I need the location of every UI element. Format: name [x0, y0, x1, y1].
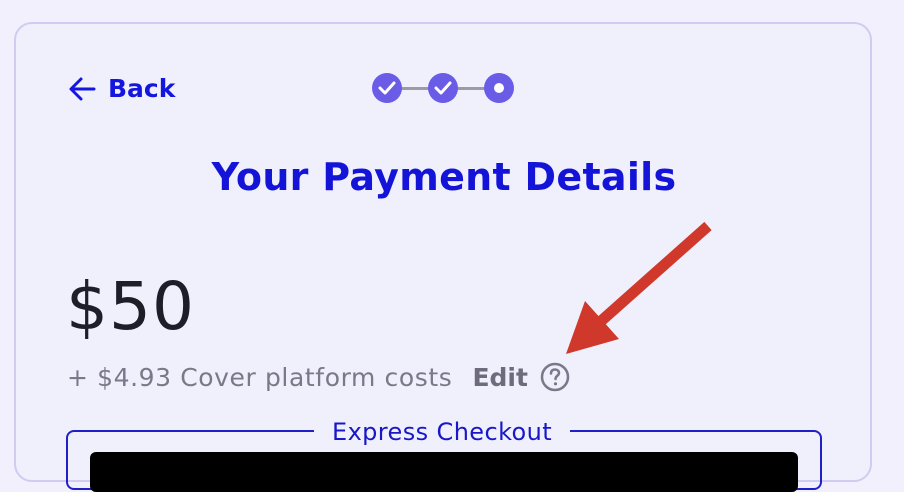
page-title: Your Payment Details — [211, 155, 677, 199]
platform-fee-text: + $4.93 Cover platform costs — [67, 362, 453, 392]
current-step-dot — [494, 83, 504, 93]
step-2-completed — [428, 73, 458, 103]
express-checkout-label: Express Checkout — [314, 418, 571, 446]
progress-stepper — [372, 72, 516, 104]
check-icon — [434, 81, 452, 95]
question-circle-icon[interactable] — [540, 362, 570, 392]
edit-fee-button[interactable]: Edit — [472, 363, 528, 392]
express-checkout-section: Express Checkout — [66, 418, 822, 492]
step-3-current — [484, 73, 514, 103]
arrow-left-icon — [69, 77, 96, 100]
check-icon — [378, 81, 396, 95]
back-button-label: Back — [108, 74, 176, 103]
donation-amount: $50 — [66, 268, 195, 345]
platform-fee-row: + $4.93 Cover platform costs Edit — [67, 362, 570, 392]
step-1-completed — [372, 73, 402, 103]
express-checkout-button[interactable] — [90, 452, 798, 492]
back-button[interactable]: Back — [68, 74, 175, 103]
